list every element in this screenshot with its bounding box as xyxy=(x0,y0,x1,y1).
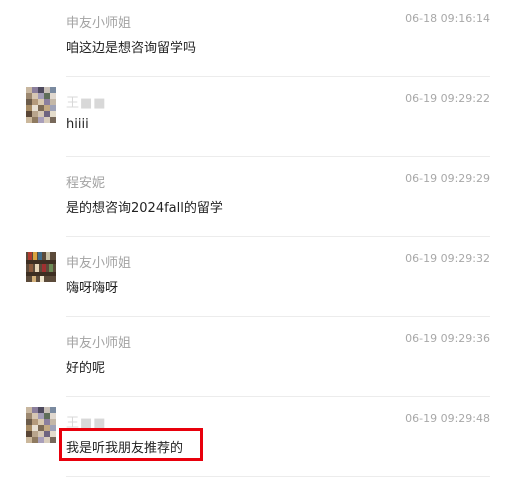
highlight-box xyxy=(59,428,203,461)
message-text: 咱这边是想咨询留学吗 xyxy=(66,41,197,56)
avatar[interactable] xyxy=(26,407,56,443)
message-divider xyxy=(66,476,490,477)
message-divider xyxy=(66,156,490,157)
message-timestamp: 06-18 09:16:14 xyxy=(405,12,490,25)
avatar[interactable] xyxy=(26,87,56,123)
chat-message: 申友小师姐 06-18 09:16:14 咱这边是想咨询留学吗 xyxy=(0,0,526,80)
sender-name: 王■■ xyxy=(66,96,107,111)
chat-message: 王■■ 06-19 09:29:22 hiiii xyxy=(0,80,526,160)
sender-name: 申友小师姐 xyxy=(66,336,132,351)
message-divider xyxy=(66,236,490,237)
message-text: 好的呢 xyxy=(66,361,106,376)
message-timestamp: 06-19 09:29:22 xyxy=(405,92,490,105)
message-text: 是的想咨询2024fall的留学 xyxy=(66,201,223,216)
sender-name: 申友小师姐 xyxy=(66,16,132,31)
message-divider xyxy=(66,76,490,77)
message-timestamp: 06-19 09:29:48 xyxy=(405,412,490,425)
message-text: hiiii xyxy=(66,117,89,132)
sender-name: 程安妮 xyxy=(66,176,106,191)
message-divider xyxy=(66,316,490,317)
message-timestamp: 06-19 09:29:29 xyxy=(405,172,490,185)
avatar[interactable] xyxy=(26,252,56,282)
chat-message: 程安妮 06-19 09:29:29 是的想咨询2024fall的留学 xyxy=(0,160,526,240)
message-divider xyxy=(66,396,490,397)
chat-message-list: 申友小师姐 06-18 09:16:14 咱这边是想咨询留学吗 王■■ 06-1… xyxy=(0,0,526,480)
message-timestamp: 06-19 09:29:32 xyxy=(405,252,490,265)
message-text: 嗨呀嗨呀 xyxy=(66,281,119,296)
chat-message: 申友小师姐 06-19 09:29:36 好的呢 xyxy=(0,320,526,400)
message-timestamp: 06-19 09:29:36 xyxy=(405,332,490,345)
sender-name: 申友小师姐 xyxy=(66,256,132,271)
chat-message: 申友小师姐 06-19 09:29:32 嗨呀嗨呀 xyxy=(0,240,526,320)
